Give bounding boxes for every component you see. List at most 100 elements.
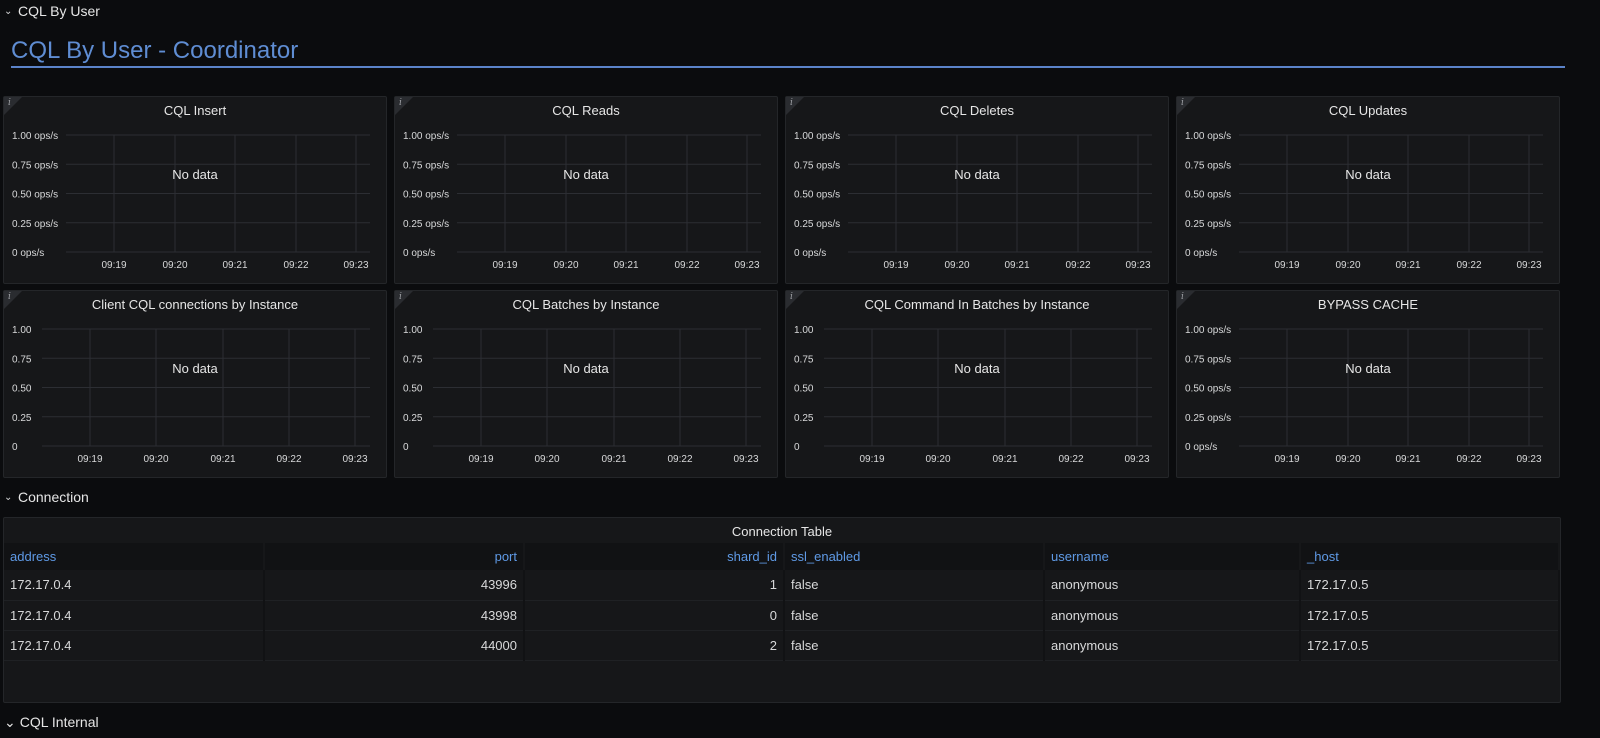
x-tick-label: 09:21: [613, 260, 638, 271]
x-tick-label: 09:22: [283, 260, 308, 271]
cell-ssl-enabled: false: [784, 570, 1045, 601]
cell-shard-id: 2: [524, 630, 785, 661]
column-header-ssl-enabled[interactable]: ssl_enabled: [784, 543, 1045, 570]
cell-address: 172.17.0.4: [4, 630, 265, 661]
graph-panel: i BYPASS CACHE 1.00 ops/s 0.75 ops/s 0.50 op…: [1176, 290, 1560, 478]
cell-ssl-enabled: false: [784, 600, 1045, 631]
cell-address: 172.17.0.4: [4, 600, 265, 631]
x-tick-label: 09:22: [1065, 260, 1090, 271]
no-data-message: No data: [172, 167, 218, 182]
table-row: 172.17.0.4 44000 2 false anonymous 172.1…: [4, 630, 1560, 661]
y-tick-label: 0.50: [403, 384, 423, 395]
section-title-text: CQL By User - Coordinator: [11, 37, 299, 64]
x-tick-label: 09:22: [667, 454, 692, 465]
row-title: Connection: [18, 489, 89, 505]
x-tick-label: 09:20: [162, 260, 187, 271]
x-tick-label: 09:23: [342, 454, 367, 465]
y-tick-label: 0.50 ops/s: [403, 190, 449, 201]
x-tick-label: 09:20: [553, 260, 578, 271]
cell-username: anonymous: [1044, 570, 1301, 601]
graph-area[interactable]: 1.00 ops/s0.75 ops/s0.50 ops/s0.25 ops/s…: [1177, 97, 1561, 285]
y-tick-label: 0.50 ops/s: [12, 190, 58, 201]
x-tick-label: 09:19: [1274, 454, 1299, 465]
column-header-port[interactable]: port: [264, 543, 525, 570]
y-tick-label: 0 ops/s: [794, 248, 826, 259]
graph-panel: i CQL Command In Batches by Instance 1.00 0…: [785, 290, 1169, 478]
x-tick-label: 09:21: [601, 454, 626, 465]
y-tick-label: 0.50 ops/s: [1185, 384, 1231, 395]
no-data-message: No data: [1345, 361, 1391, 376]
column-header-host[interactable]: _host: [1300, 543, 1560, 570]
x-tick-label: 09:19: [101, 260, 126, 271]
y-tick-label: 1.00: [12, 325, 32, 336]
y-tick-label: 1.00: [403, 325, 423, 336]
graph-area[interactable]: 1.000.750.500.25009:19 09:20 09:21 09:22 09:…: [395, 291, 779, 479]
graph-area[interactable]: 1.000.750.500.25009:19 09:20 09:21 09:22 09:…: [4, 291, 388, 479]
column-header-shard-id[interactable]: shard_id: [524, 543, 785, 570]
x-tick-label: 09:22: [276, 454, 301, 465]
column-header-address[interactable]: address: [4, 543, 265, 570]
x-tick-label: 09:22: [1456, 454, 1481, 465]
x-tick-label: 09:23: [1125, 260, 1150, 271]
x-tick-label: 09:19: [883, 260, 908, 271]
y-tick-label: 0: [403, 442, 409, 453]
row-header-cql-internal[interactable]: ⌄ CQL Internal: [4, 711, 99, 733]
graph-area[interactable]: 1.00 ops/s0.75 ops/s0.50 ops/s0.25 ops/s…: [1177, 291, 1561, 479]
x-tick-label: 09:23: [1516, 454, 1541, 465]
y-tick-label: 0 ops/s: [1185, 442, 1217, 453]
x-tick-label: 09:21: [210, 454, 235, 465]
row-title: CQL By User: [18, 3, 100, 19]
y-tick-label: 0 ops/s: [1185, 248, 1217, 259]
y-tick-label: 0: [794, 442, 800, 453]
cell-address: 172.17.0.4: [4, 570, 265, 601]
x-tick-label: 09:23: [733, 454, 758, 465]
y-tick-label: 0.25 ops/s: [1185, 413, 1231, 424]
y-tick-label: 0.50: [794, 384, 814, 395]
x-tick-label: 09:21: [1004, 260, 1029, 271]
cell-port: 43996: [264, 570, 525, 601]
y-tick-label: 0.25: [794, 413, 814, 424]
graph-area[interactable]: 1.00 ops/s0.75 ops/s0.50 ops/s0.25 ops/s…: [4, 97, 388, 285]
x-tick-label: 09:20: [534, 454, 559, 465]
y-tick-label: 0.25 ops/s: [1185, 219, 1231, 230]
connection-table: address port shard_id ssl_enabled userna…: [4, 543, 1560, 661]
table-row: 172.17.0.4 43998 0 false anonymous 172.1…: [4, 600, 1560, 631]
no-data-message: No data: [954, 167, 1000, 182]
no-data-message: No data: [172, 361, 218, 376]
graph-panel: i Client CQL connections by Instance 1.00 0…: [3, 290, 387, 478]
graph-area[interactable]: 1.000.750.500.25009:19 09:20 09:21 09:22 09:…: [786, 291, 1170, 479]
cell-host: 172.17.0.5: [1300, 570, 1560, 601]
y-tick-label: 0.25 ops/s: [12, 219, 58, 230]
y-tick-label: 1.00: [794, 325, 814, 336]
cell-username: anonymous: [1044, 630, 1301, 661]
x-tick-label: 09:21: [1395, 454, 1420, 465]
y-tick-label: 1.00 ops/s: [1185, 131, 1231, 142]
x-tick-label: 09:20: [944, 260, 969, 271]
y-tick-label: 1.00 ops/s: [12, 131, 58, 142]
chevron-down-icon: ⌄: [4, 5, 13, 17]
row-header-cql-by-user[interactable]: ⌄ CQL By User: [4, 0, 100, 22]
x-tick-label: 09:23: [1516, 260, 1541, 271]
row-title: CQL Internal: [19, 714, 99, 730]
y-tick-label: 0: [12, 442, 18, 453]
y-tick-label: 0.50: [12, 384, 32, 395]
graph-panel: i CQL Batches by Instance 1.00 0.75 0.50 0.25…: [394, 290, 778, 478]
y-tick-label: 1.00 ops/s: [794, 131, 840, 142]
x-tick-label: 09:19: [492, 260, 517, 271]
x-tick-label: 09:19: [468, 454, 493, 465]
graph-panel: i CQL Insert 1.00 ops/s 0.75 ops/s 0.50 ops/…: [3, 96, 387, 284]
y-tick-label: 0.25: [12, 413, 32, 424]
no-data-message: No data: [954, 361, 1000, 376]
graph-area[interactable]: 1.00 ops/s0.75 ops/s0.50 ops/s0.25 ops/s…: [395, 97, 779, 285]
x-tick-label: 09:19: [77, 454, 102, 465]
graph-area[interactable]: 1.00 ops/s0.75 ops/s0.50 ops/s0.25 ops/s…: [786, 97, 1170, 285]
row-header-connection[interactable]: ⌄ Connection: [4, 486, 89, 508]
cell-host: 172.17.0.5: [1300, 630, 1560, 661]
x-tick-label: 09:22: [1058, 454, 1083, 465]
y-tick-label: 0.25 ops/s: [403, 219, 449, 230]
y-tick-label: 0.25: [403, 413, 423, 424]
panel-title[interactable]: Connection Table: [4, 524, 1560, 539]
y-tick-label: 1.00 ops/s: [403, 131, 449, 142]
column-header-username[interactable]: username: [1044, 543, 1301, 570]
cell-port: 44000: [264, 630, 525, 661]
